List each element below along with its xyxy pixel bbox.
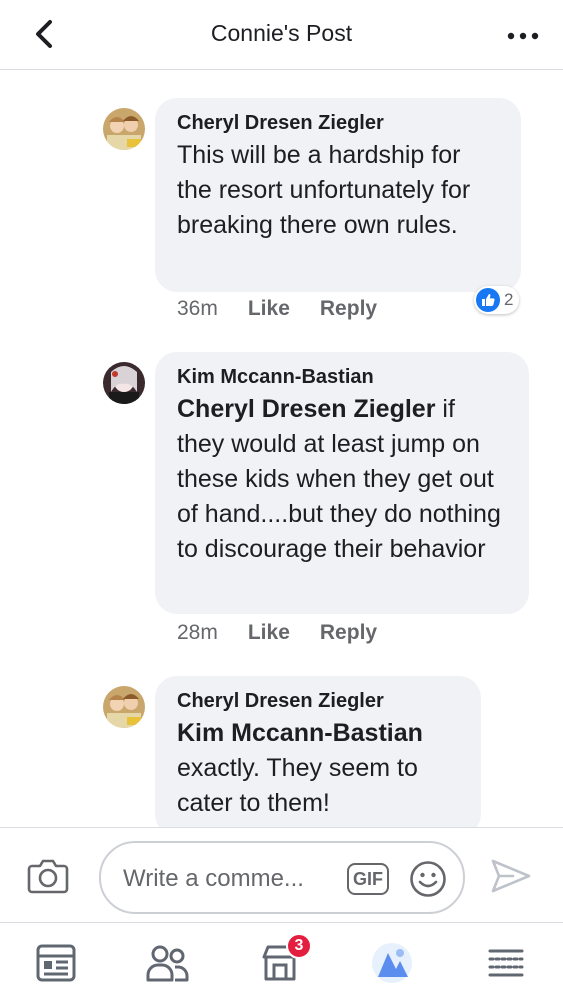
tab-menu[interactable] <box>482 939 530 987</box>
tab-friends[interactable] <box>144 939 192 987</box>
comment-input-placeholder: Write a comme... <box>123 865 304 892</box>
mention-link[interactable]: Cheryl Dresen Ziegler <box>177 395 435 423</box>
reply-button[interactable]: Reply <box>320 297 377 321</box>
tab-profile[interactable] <box>368 939 416 987</box>
like-button[interactable]: Like <box>248 297 290 321</box>
comment-author[interactable]: Kim Mccann-Bastian <box>177 364 509 390</box>
tab-news-feed[interactable] <box>32 939 80 987</box>
comment-timestamp: 28m <box>177 621 218 644</box>
comment-composer: Write a comme... GIF <box>0 827 563 922</box>
comment-meta: 36m Like Reply <box>177 297 377 321</box>
like-button[interactable]: Like <box>248 621 290 645</box>
send-icon <box>491 859 531 893</box>
comment-author[interactable]: Cheryl Dresen Ziegler <box>177 688 461 714</box>
comment-author[interactable]: Cheryl Dresen Ziegler <box>177 110 501 136</box>
comment-text: This will be a hardship for the resort u… <box>177 141 471 239</box>
avatar[interactable] <box>103 108 145 150</box>
more-options-button[interactable] <box>503 18 543 54</box>
avatar[interactable] <box>103 362 145 404</box>
comment-input[interactable]: Write a comme... GIF <box>99 841 465 914</box>
bottom-tab-bar: 3 <box>0 922 563 1000</box>
camera-icon <box>27 859 69 894</box>
comment-text: Cheryl Dresen Ziegler if they would at l… <box>177 395 501 563</box>
send-button[interactable] <box>489 856 533 896</box>
page-title: Connie's Post <box>210 20 353 46</box>
friends-icon <box>146 945 189 982</box>
emoji-button[interactable] <box>409 860 447 898</box>
reaction-summary[interactable]: 2 <box>474 286 520 314</box>
camera-button[interactable] <box>26 856 70 896</box>
news-feed-icon <box>36 944 76 982</box>
comment-text: Kim Mccann-Bastian exactly. They seem to … <box>177 716 461 821</box>
comment-bubble: Cheryl Dresen Ziegler This will be a har… <box>155 98 521 292</box>
comment-timestamp: 36m <box>177 297 218 320</box>
profile-avatar-icon <box>372 943 412 983</box>
gif-button[interactable]: GIF <box>347 863 389 895</box>
more-horizontal-icon <box>507 32 539 40</box>
comment-bubble: Cheryl Dresen Ziegler Kim Mccann-Bastian… <box>155 676 481 836</box>
header-bar: Connie's Post <box>0 0 563 70</box>
menu-icon <box>488 949 524 977</box>
avatar[interactable] <box>103 686 145 728</box>
tab-marketplace[interactable]: 3 <box>256 933 312 987</box>
reaction-count: 2 <box>504 290 514 309</box>
notification-badge: 3 <box>286 933 312 959</box>
comment-bubble: Kim Mccann-Bastian Cheryl Dresen Ziegler… <box>155 352 529 614</box>
mention-link[interactable]: Kim Mccann-Bastian <box>177 716 461 751</box>
like-reaction-icon <box>476 288 500 312</box>
comment-meta: 28m Like Reply <box>177 621 377 645</box>
smiley-icon <box>410 861 446 897</box>
reply-button[interactable]: Reply <box>320 621 377 645</box>
